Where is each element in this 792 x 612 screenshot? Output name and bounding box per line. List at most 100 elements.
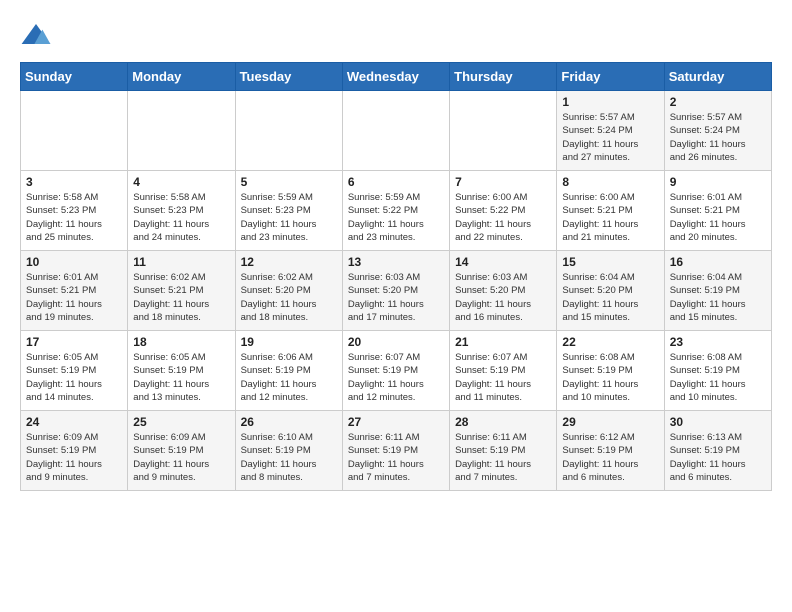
day-info: Sunrise: 6:04 AMSunset: 5:20 PMDaylight:… (562, 271, 658, 324)
day-info: Sunrise: 6:01 AMSunset: 5:21 PMDaylight:… (670, 191, 766, 244)
calendar-cell: 11Sunrise: 6:02 AMSunset: 5:21 PMDayligh… (128, 251, 235, 331)
day-info: Sunrise: 6:10 AMSunset: 5:19 PMDaylight:… (241, 431, 337, 484)
day-info: Sunrise: 6:02 AMSunset: 5:20 PMDaylight:… (241, 271, 337, 324)
weekday-header-monday: Monday (128, 63, 235, 91)
day-info: Sunrise: 5:59 AMSunset: 5:22 PMDaylight:… (348, 191, 444, 244)
day-number: 8 (562, 175, 658, 189)
day-info: Sunrise: 5:57 AMSunset: 5:24 PMDaylight:… (562, 111, 658, 164)
day-number: 26 (241, 415, 337, 429)
day-number: 19 (241, 335, 337, 349)
weekday-header-friday: Friday (557, 63, 664, 91)
calendar-cell: 13 Sunrise: 6:03 AMSunset: 5:20 PMDayligh… (342, 251, 449, 331)
day-number: 29 (562, 415, 658, 429)
day-info: Sunrise: 6:08 AMSunset: 5:19 PMDaylight:… (562, 351, 658, 404)
calendar-cell: 19 Sunrise: 6:06 AMSunset: 5:19 PMDayligh… (235, 331, 342, 411)
day-info: Sunrise: 6:07 AMSunset: 5:19 PMDaylight:… (455, 351, 551, 404)
day-number: 18 (133, 335, 229, 349)
day-number: 15 (562, 255, 658, 269)
calendar-cell (342, 91, 449, 171)
calendar-cell: 20 Sunrise: 6:07 AMSunset: 5:19 PMDayligh… (342, 331, 449, 411)
day-info: Sunrise: 6:09 AMSunset: 5:19 PMDaylight:… (26, 431, 122, 484)
calendar-table: SundayMondayTuesdayWednesdayThursdayFrid… (20, 62, 772, 491)
logo-icon (20, 20, 52, 52)
day-info: Sunrise: 6:04 AMSunset: 5:19 PMDaylight:… (670, 271, 766, 324)
day-info: Sunrise: 6:11 AMSunset: 5:19 PMDaylight:… (455, 431, 551, 484)
day-number: 21 (455, 335, 551, 349)
day-info: Sunrise: 5:59 AMSunset: 5:23 PMDaylight:… (241, 191, 337, 244)
calendar-week-row: 17Sunrise: 6:05 AMSunset: 5:19 PMDayligh… (21, 331, 772, 411)
weekday-header-saturday: Saturday (664, 63, 771, 91)
calendar-cell (235, 91, 342, 171)
calendar-week-row: 3Sunrise: 5:58 AMSunset: 5:23 PMDaylight… (21, 171, 772, 251)
day-number: 20 (348, 335, 444, 349)
calendar-cell: 1 Sunrise: 5:57 AMSunset: 5:24 PMDaylight… (557, 91, 664, 171)
calendar-cell: 9 Sunrise: 6:01 AMSunset: 5:21 PMDaylight… (664, 171, 771, 251)
calendar-cell: 22 Sunrise: 6:08 AMSunset: 5:19 PMDayligh… (557, 331, 664, 411)
day-number: 11 (133, 255, 229, 269)
logo (20, 20, 56, 52)
calendar-cell: 5 Sunrise: 5:59 AMSunset: 5:23 PMDaylight… (235, 171, 342, 251)
day-info: Sunrise: 6:08 AMSunset: 5:19 PMDaylight:… (670, 351, 766, 404)
day-number: 13 (348, 255, 444, 269)
weekday-header-row: SundayMondayTuesdayWednesdayThursdayFrid… (21, 63, 772, 91)
calendar-cell: 21 Sunrise: 6:07 AMSunset: 5:19 PMDayligh… (450, 331, 557, 411)
calendar-cell (21, 91, 128, 171)
day-number: 12 (241, 255, 337, 269)
weekday-header-sunday: Sunday (21, 63, 128, 91)
day-info: Sunrise: 6:09 AMSunset: 5:19 PMDaylight:… (133, 431, 229, 484)
day-number: 9 (670, 175, 766, 189)
day-info: Sunrise: 6:13 AMSunset: 5:19 PMDaylight:… (670, 431, 766, 484)
weekday-header-thursday: Thursday (450, 63, 557, 91)
calendar-cell: 15 Sunrise: 6:04 AMSunset: 5:20 PMDayligh… (557, 251, 664, 331)
day-info: Sunrise: 6:05 AMSunset: 5:19 PMDaylight:… (26, 351, 122, 404)
calendar-cell: 16Sunrise: 6:04 AMSunset: 5:19 PMDayligh… (664, 251, 771, 331)
calendar-cell: 4Sunrise: 5:58 AMSunset: 5:23 PMDaylight… (128, 171, 235, 251)
day-number: 23 (670, 335, 766, 349)
day-number: 27 (348, 415, 444, 429)
calendar-cell: 27Sunrise: 6:11 AMSunset: 5:19 PMDayligh… (342, 411, 449, 491)
calendar-cell (450, 91, 557, 171)
day-info: Sunrise: 5:57 AMSunset: 5:24 PMDaylight:… (670, 111, 766, 164)
day-number: 28 (455, 415, 551, 429)
day-number: 5 (241, 175, 337, 189)
day-info: Sunrise: 6:06 AMSunset: 5:19 PMDaylight:… (241, 351, 337, 404)
page-header (20, 20, 772, 52)
day-info: Sunrise: 5:58 AMSunset: 5:23 PMDaylight:… (26, 191, 122, 244)
day-number: 7 (455, 175, 551, 189)
day-info: Sunrise: 6:01 AMSunset: 5:21 PMDaylight:… (26, 271, 122, 324)
calendar-cell: 14 Sunrise: 6:03 AMSunset: 5:20 PMDayligh… (450, 251, 557, 331)
day-info: Sunrise: 6:05 AMSunset: 5:19 PMDaylight:… (133, 351, 229, 404)
calendar-cell: 18 Sunrise: 6:05 AMSunset: 5:19 PMDayligh… (128, 331, 235, 411)
day-number: 14 (455, 255, 551, 269)
day-number: 1 (562, 95, 658, 109)
weekday-header-wednesday: Wednesday (342, 63, 449, 91)
day-number: 24 (26, 415, 122, 429)
calendar-cell: 25 Sunrise: 6:09 AMSunset: 5:19 PMDayligh… (128, 411, 235, 491)
calendar-cell: 28 Sunrise: 6:11 AMSunset: 5:19 PMDayligh… (450, 411, 557, 491)
day-info: Sunrise: 6:03 AMSunset: 5:20 PMDaylight:… (455, 271, 551, 324)
calendar-cell: 17Sunrise: 6:05 AMSunset: 5:19 PMDayligh… (21, 331, 128, 411)
calendar-week-row: 1 Sunrise: 5:57 AMSunset: 5:24 PMDaylight… (21, 91, 772, 171)
weekday-header-tuesday: Tuesday (235, 63, 342, 91)
day-number: 22 (562, 335, 658, 349)
day-number: 10 (26, 255, 122, 269)
calendar-cell: 24 Sunrise: 6:09 AMSunset: 5:19 PMDayligh… (21, 411, 128, 491)
calendar-cell: 12 Sunrise: 6:02 AMSunset: 5:20 PMDayligh… (235, 251, 342, 331)
calendar-cell: 23 Sunrise: 6:08 AMSunset: 5:19 PMDayligh… (664, 331, 771, 411)
day-number: 25 (133, 415, 229, 429)
day-info: Sunrise: 6:07 AMSunset: 5:19 PMDaylight:… (348, 351, 444, 404)
day-info: Sunrise: 6:03 AMSunset: 5:20 PMDaylight:… (348, 271, 444, 324)
calendar-cell: 7 Sunrise: 6:00 AMSunset: 5:22 PMDaylight… (450, 171, 557, 251)
calendar-cell: 10 Sunrise: 6:01 AMSunset: 5:21 PMDayligh… (21, 251, 128, 331)
calendar-week-row: 24 Sunrise: 6:09 AMSunset: 5:19 PMDayligh… (21, 411, 772, 491)
calendar-cell: 8 Sunrise: 6:00 AMSunset: 5:21 PMDaylight… (557, 171, 664, 251)
calendar-cell: 29Sunrise: 6:12 AMSunset: 5:19 PMDayligh… (557, 411, 664, 491)
day-number: 2 (670, 95, 766, 109)
day-info: Sunrise: 6:00 AMSunset: 5:21 PMDaylight:… (562, 191, 658, 244)
day-number: 6 (348, 175, 444, 189)
calendar-week-row: 10 Sunrise: 6:01 AMSunset: 5:21 PMDayligh… (21, 251, 772, 331)
day-number: 30 (670, 415, 766, 429)
calendar-cell: 6 Sunrise: 5:59 AMSunset: 5:22 PMDaylight… (342, 171, 449, 251)
day-number: 4 (133, 175, 229, 189)
day-info: Sunrise: 6:00 AMSunset: 5:22 PMDaylight:… (455, 191, 551, 244)
